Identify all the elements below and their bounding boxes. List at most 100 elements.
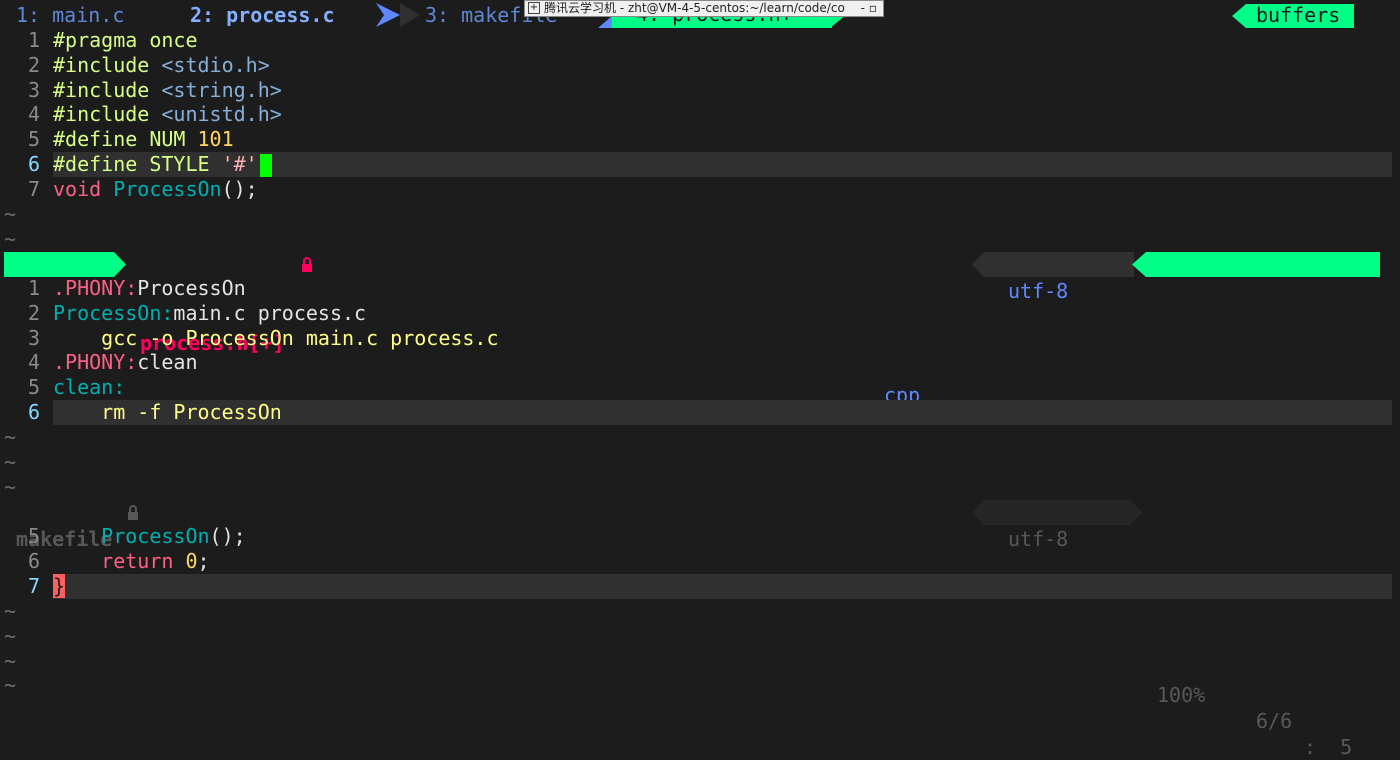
line-code: return 0; [53, 548, 209, 574]
code-line[interactable]: 1 #pragma once [0, 28, 1400, 53]
window-titlebar[interactable]: + 腾讯云学习机 - zht@VM-4-5-centos:~/learn/code… [524, 0, 884, 17]
line-number: 3 [27, 325, 40, 350]
code-line[interactable]: 6 rm -f ProcessOn [0, 400, 1400, 425]
line-code: rm -f ProcessOn [53, 400, 282, 425]
code-line[interactable]: 6 #define STYLE '#' [0, 152, 1400, 177]
line-number: 1 [27, 28, 40, 52]
code-line[interactable]: 5 #define NUM 101 [0, 127, 1400, 152]
window-title: 腾讯云学习机 - zht@VM-4-5-centos:~/learn/code/… [544, 1, 845, 15]
empty-line: ~ [0, 227, 1400, 252]
encoding-end-arrow-icon [1130, 500, 1142, 525]
code-line[interactable]: 3 #include <string.h> [0, 78, 1400, 103]
code-line[interactable]: 4 .PHONY:clean [0, 350, 1400, 375]
code-token: #pragma [53, 28, 138, 52]
code-token: ProcessOn: [53, 300, 174, 325]
line-number: 5 [27, 524, 40, 548]
code-token: .PHONY: [53, 350, 138, 375]
minimize-button[interactable]: - [861, 1, 865, 15]
line-code: ProcessOn:main.c process.c [53, 301, 366, 326]
line-code: #include <unistd.h> [53, 102, 282, 127]
line-number: 7 [27, 573, 40, 598]
empty-line-marker: ~ [4, 226, 17, 251]
line-code: #include <string.h> [53, 78, 282, 103]
line-number: 2 [27, 52, 40, 77]
line-code: .PHONY:ProcessOn [53, 276, 246, 301]
encoding-box: utf-8 [984, 500, 1130, 551]
line-number: 6 [27, 400, 40, 424]
tab-main-c[interactable]: 1: main.c [16, 0, 124, 28]
line-number: 4 [27, 102, 40, 127]
position-box: 1185% 6/7 : 18 [1146, 252, 1380, 355]
status2-position: 6/6 [1256, 709, 1293, 733]
empty-line: ~ [0, 202, 1400, 227]
restore-button[interactable]: ▫ [869, 1, 877, 15]
code-token: once [137, 28, 198, 52]
code-line[interactable]: 7} [0, 573, 1400, 599]
code-token: NUM [137, 127, 198, 152]
code-line[interactable]: 5 clean: [0, 375, 1400, 400]
code-line[interactable]: 2 #include <stdio.h> [0, 53, 1400, 78]
code-token: (); [209, 524, 246, 548]
line-number: 5 [27, 127, 40, 152]
code-token: ProcessOn [113, 176, 222, 201]
line-number: 3 [27, 77, 40, 102]
line-number: 6 [27, 152, 40, 176]
line-code: } [53, 573, 66, 599]
code-token: gcc -o ProcessOn main.c process.c [53, 325, 499, 350]
line-number: 2 [27, 300, 40, 325]
code-token: 101 [197, 127, 234, 152]
code-line[interactable]: 3 gcc -o ProcessOn main.c process.c [0, 326, 1400, 351]
empty-line: ~ [0, 673, 1400, 698]
tab-separator-dark-icon [400, 3, 420, 27]
line-number: 4 [27, 350, 40, 375]
code-line[interactable]: 4 #include <unistd.h> [0, 102, 1400, 127]
code-token: STYLE [137, 152, 222, 176]
code-token: rm -f ProcessOn [53, 400, 282, 424]
code-token: #define [53, 152, 138, 176]
code-token: <string.h> [149, 77, 282, 102]
code-token: 0 [185, 548, 198, 573]
status2-column: : 5 [1304, 735, 1353, 759]
line-number: 7 [27, 176, 40, 201]
code-token: <unistd.h> [149, 102, 282, 127]
empty-line-marker: ~ [4, 623, 17, 648]
mode-indicator: INSERT [4, 252, 114, 303]
empty-line: ~ [0, 425, 1400, 450]
code-token: clean [137, 350, 198, 375]
code-token: main.c process.c [173, 300, 367, 325]
line-code: ProcessOn(); [53, 524, 246, 549]
line-code: #pragma once [53, 28, 198, 53]
tab-process-c[interactable]: 2: process.c [190, 0, 335, 28]
line-code: #define STYLE '#' [53, 152, 272, 177]
current-line-highlight [53, 573, 1392, 599]
line-number: 6 [27, 548, 40, 573]
statusline-process-h: INSERT process.h[+] cpp utf-8 1185% 6/7 … [0, 252, 1400, 407]
line-code: clean: [53, 375, 125, 400]
mode-arrow-icon [114, 252, 126, 277]
empty-line: ~ [0, 649, 1400, 674]
buffers-label: buffers [1256, 3, 1341, 27]
empty-line-marker: ~ [4, 202, 17, 226]
code-token: void [53, 176, 102, 201]
empty-line: ~ [0, 599, 1400, 624]
empty-line: ~ [0, 450, 1400, 475]
lock-icon [302, 257, 312, 272]
code-line[interactable]: 7 void ProcessOn(); [0, 177, 1400, 202]
code-line[interactable]: 2 ProcessOn:main.c process.c [0, 301, 1400, 326]
line-code: #include <stdio.h> [53, 53, 270, 78]
code-token: ProcessOn [137, 276, 246, 300]
encoding-box: utf-8 [984, 252, 1134, 303]
code-line[interactable]: 5 ProcessOn(); [0, 524, 1400, 549]
empty-line-marker: ~ [4, 425, 17, 449]
window-menu-icon[interactable]: + [528, 2, 540, 14]
buffers-indicator[interactable]: buffers [1246, 3, 1354, 28]
text-cursor [259, 154, 272, 177]
code-token: #include [53, 52, 150, 77]
percent-arrow-icon [1132, 252, 1146, 277]
code-token: ProcessOn [101, 524, 210, 548]
code-line[interactable]: 6 return 0; [0, 549, 1400, 574]
code-line[interactable]: 1 .PHONY:ProcessOn [0, 276, 1400, 301]
line-code: gcc -o ProcessOn main.c process.c [53, 325, 499, 351]
